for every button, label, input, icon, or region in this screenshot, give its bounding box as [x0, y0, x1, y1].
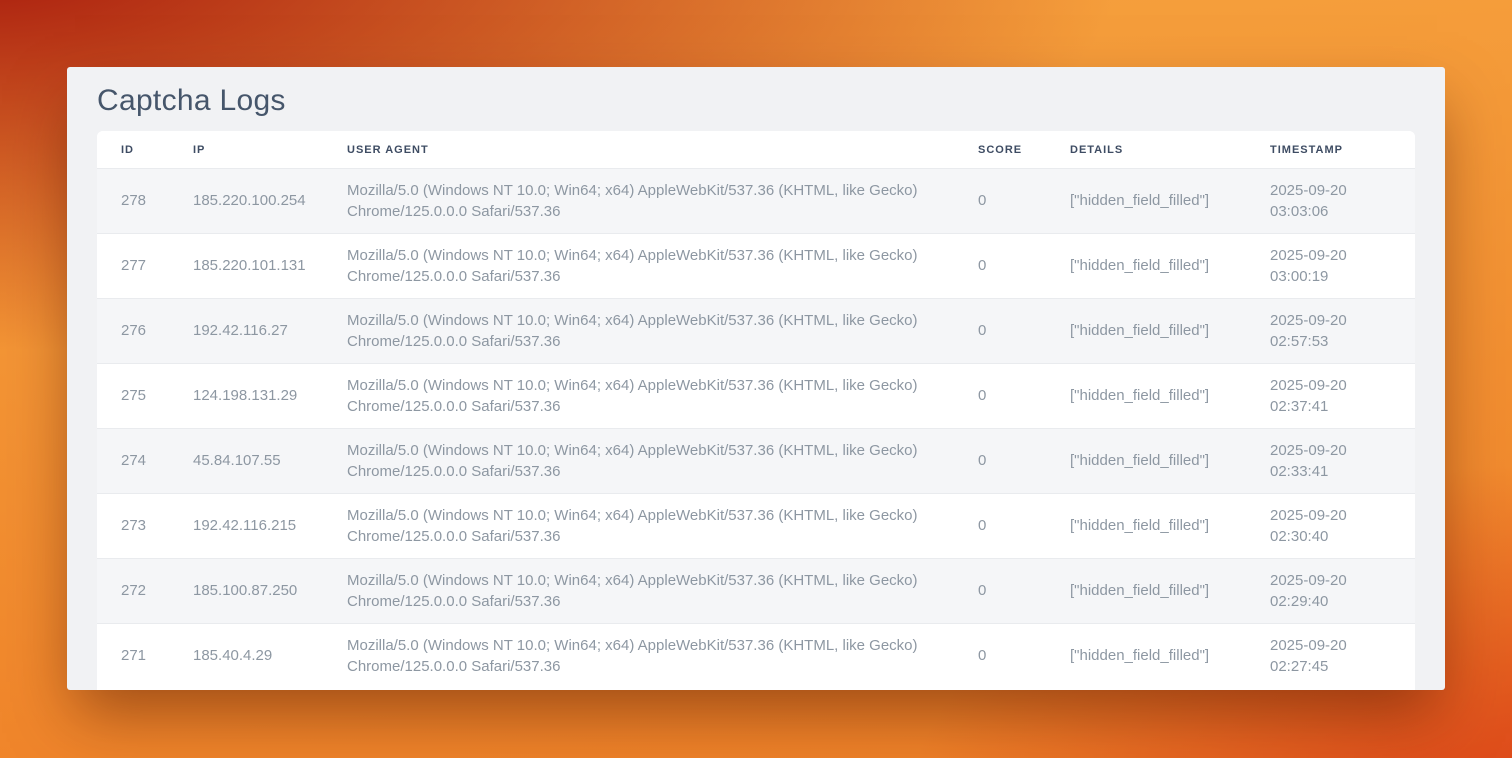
- cell-id: 276: [97, 298, 169, 363]
- cell-timestamp: 2025-09-20 03:03:06: [1246, 168, 1415, 233]
- page-background: { "page": { "title": "Captcha Logs" }, "…: [0, 0, 1512, 758]
- cell-user-agent: Mozilla/5.0 (Windows NT 10.0; Win64; x64…: [323, 428, 954, 493]
- cell-ip: 192.42.116.215: [169, 493, 323, 558]
- table-row: 275 124.198.131.29 Mozilla/5.0 (Windows …: [97, 363, 1415, 428]
- table-row: 277 185.220.101.131 Mozilla/5.0 (Windows…: [97, 233, 1415, 298]
- cell-ip: 185.100.87.250: [169, 558, 323, 623]
- cell-user-agent: Mozilla/5.0 (Windows NT 10.0; Win64; x64…: [323, 298, 954, 363]
- cell-ip: 192.42.116.27: [169, 298, 323, 363]
- cell-details: ["hidden_field_filled"]: [1046, 298, 1246, 363]
- table-row: 273 192.42.116.215 Mozilla/5.0 (Windows …: [97, 493, 1415, 558]
- cell-id: 274: [97, 428, 169, 493]
- table-container: ID IP USER AGENT SCORE DETAILS TIMESTAMP…: [97, 131, 1415, 690]
- cell-id: 273: [97, 493, 169, 558]
- cell-score: 0: [954, 558, 1046, 623]
- cell-ip: 124.198.131.29: [169, 363, 323, 428]
- page-title: Captcha Logs: [97, 80, 1415, 122]
- cell-timestamp: 2025-09-20 02:27:45: [1246, 623, 1415, 688]
- cell-details: ["hidden_field_filled"]: [1046, 233, 1246, 298]
- cell-user-agent: Mozilla/5.0 (Windows NT 10.0; Win64; x64…: [323, 168, 954, 233]
- cell-user-agent: Mozilla/5.0 (Windows NT 10.0; Win64; x64…: [323, 493, 954, 558]
- table-row: 278 185.220.100.254 Mozilla/5.0 (Windows…: [97, 168, 1415, 233]
- table-row: 274 45.84.107.55 Mozilla/5.0 (Windows NT…: [97, 428, 1415, 493]
- cell-ip: 185.40.4.29: [169, 623, 323, 688]
- column-header-details: DETAILS: [1046, 131, 1246, 168]
- cell-id: 272: [97, 558, 169, 623]
- table-row: 272 185.100.87.250 Mozilla/5.0 (Windows …: [97, 558, 1415, 623]
- cell-user-agent: Mozilla/5.0 (Windows NT 10.0; Win64; x64…: [323, 623, 954, 688]
- cell-score: 0: [954, 363, 1046, 428]
- cell-details: ["hidden_field_filled"]: [1046, 168, 1246, 233]
- cell-id: 271: [97, 623, 169, 688]
- cell-id: 275: [97, 363, 169, 428]
- cell-score: 0: [954, 233, 1046, 298]
- cell-timestamp: 2025-09-20 02:29:40: [1246, 558, 1415, 623]
- cell-details: ["hidden_field_filled"]: [1046, 558, 1246, 623]
- cell-timestamp: 2025-09-20 02:57:53: [1246, 298, 1415, 363]
- column-header-score: SCORE: [954, 131, 1046, 168]
- column-header-user-agent: USER AGENT: [323, 131, 954, 168]
- captcha-logs-table: ID IP USER AGENT SCORE DETAILS TIMESTAMP…: [97, 131, 1415, 688]
- cell-details: ["hidden_field_filled"]: [1046, 428, 1246, 493]
- cell-score: 0: [954, 493, 1046, 558]
- cell-details: ["hidden_field_filled"]: [1046, 363, 1246, 428]
- cell-ip: 45.84.107.55: [169, 428, 323, 493]
- cell-user-agent: Mozilla/5.0 (Windows NT 10.0; Win64; x64…: [323, 558, 954, 623]
- cell-score: 0: [954, 298, 1046, 363]
- cell-timestamp: 2025-09-20 02:37:41: [1246, 363, 1415, 428]
- column-header-id: ID: [97, 131, 169, 168]
- table-body: 278 185.220.100.254 Mozilla/5.0 (Windows…: [97, 168, 1415, 688]
- cell-ip: 185.220.100.254: [169, 168, 323, 233]
- cell-score: 0: [954, 428, 1046, 493]
- cell-id: 277: [97, 233, 169, 298]
- cell-timestamp: 2025-09-20 02:30:40: [1246, 493, 1415, 558]
- cell-ip: 185.220.101.131: [169, 233, 323, 298]
- cell-user-agent: Mozilla/5.0 (Windows NT 10.0; Win64; x64…: [323, 363, 954, 428]
- cell-details: ["hidden_field_filled"]: [1046, 493, 1246, 558]
- cell-score: 0: [954, 168, 1046, 233]
- cell-user-agent: Mozilla/5.0 (Windows NT 10.0; Win64; x64…: [323, 233, 954, 298]
- cell-details: ["hidden_field_filled"]: [1046, 623, 1246, 688]
- header-row: ID IP USER AGENT SCORE DETAILS TIMESTAMP: [97, 131, 1415, 168]
- cell-timestamp: 2025-09-20 03:00:19: [1246, 233, 1415, 298]
- table-header: ID IP USER AGENT SCORE DETAILS TIMESTAMP: [97, 131, 1415, 168]
- table-row: 271 185.40.4.29 Mozilla/5.0 (Windows NT …: [97, 623, 1415, 688]
- cell-timestamp: 2025-09-20 02:33:41: [1246, 428, 1415, 493]
- captcha-logs-card: Captcha Logs ID IP USER AGENT SCORE DETA…: [67, 67, 1445, 690]
- column-header-timestamp: TIMESTAMP: [1246, 131, 1415, 168]
- cell-score: 0: [954, 623, 1046, 688]
- cell-id: 278: [97, 168, 169, 233]
- table-row: 276 192.42.116.27 Mozilla/5.0 (Windows N…: [97, 298, 1415, 363]
- column-header-ip: IP: [169, 131, 323, 168]
